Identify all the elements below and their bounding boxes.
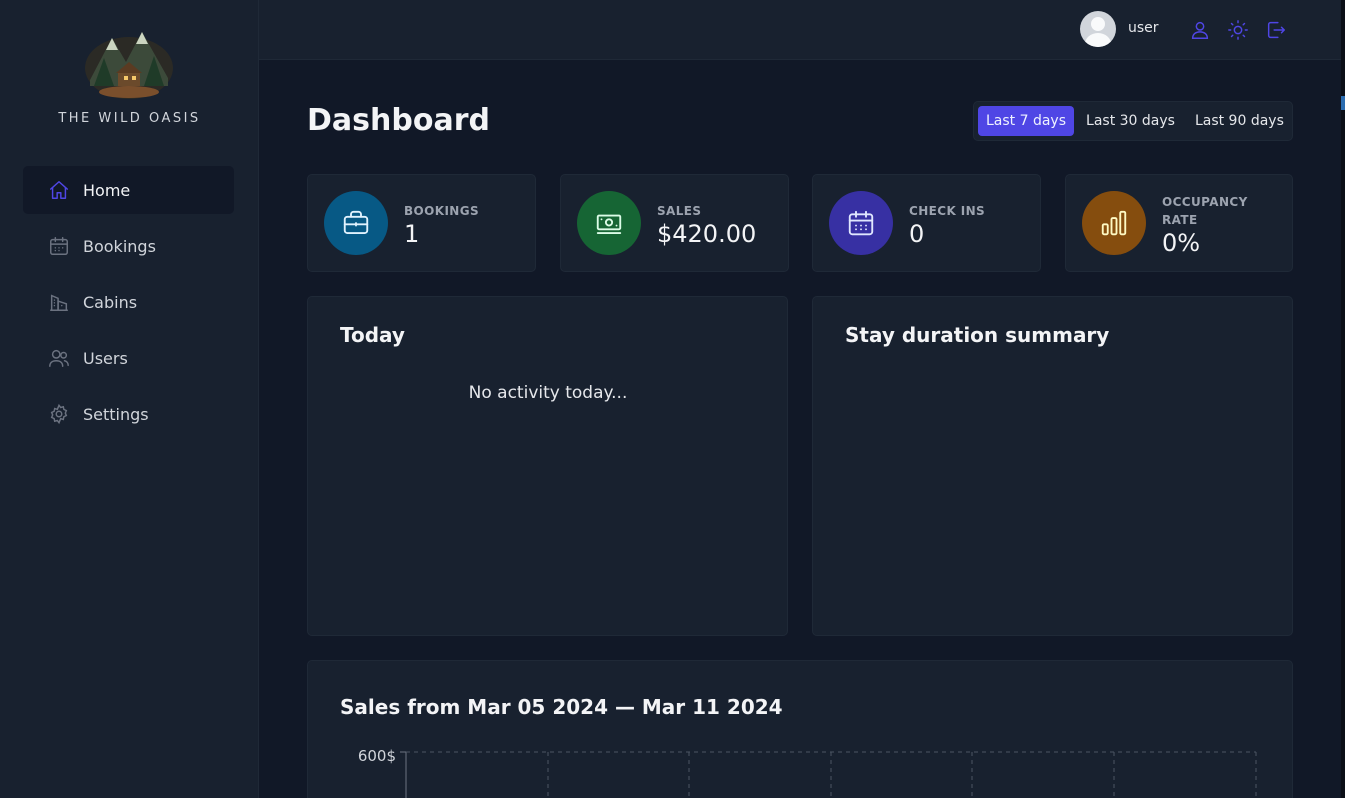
users-icon — [48, 347, 70, 369]
sidebar-item-settings[interactable]: Settings — [23, 390, 234, 438]
user-icon — [1191, 21, 1209, 39]
logo-image — [85, 32, 173, 99]
stat-bookings: BOOKINGS 1 — [307, 174, 536, 272]
stat-label: CHECK INS — [909, 204, 986, 218]
sidebar-item-bookings[interactable]: Bookings — [23, 222, 234, 270]
account-button[interactable] — [1188, 18, 1212, 42]
page-title: Dashboard — [307, 103, 490, 138]
date-range-filter: Last 7 days Last 30 days Last 90 days — [973, 101, 1293, 141]
sales-chart-title: Sales from Mar 05 2024 — Mar 11 2024 — [340, 695, 783, 719]
stat-sales: SALES $420.00 — [560, 174, 789, 272]
filter-last-7-days[interactable]: Last 7 days — [978, 106, 1075, 136]
home-icon — [48, 179, 70, 201]
top-header: user — [259, 0, 1341, 60]
logo — [84, 28, 174, 100]
calendar-days-icon — [829, 191, 893, 255]
stat-label: OCCUPANCY RATE — [1162, 195, 1248, 227]
stat-label: BOOKINGS — [404, 204, 480, 218]
stat-label: SALES — [657, 204, 702, 218]
username: user — [1128, 20, 1159, 36]
stay-duration-title: Stay duration summary — [845, 323, 1110, 347]
scrollbar-thumb[interactable] — [1341, 96, 1345, 110]
filter-last-30-days[interactable]: Last 30 days — [1078, 106, 1183, 136]
avatar[interactable] — [1080, 11, 1116, 47]
sun-icon — [1228, 20, 1248, 40]
stat-value: $420.00 — [657, 220, 757, 248]
gear-icon — [48, 403, 70, 425]
app-root: THE WILD OASIS Home Bookings Cabins User… — [0, 0, 1345, 798]
calendar-icon — [48, 235, 70, 257]
logout-button[interactable] — [1264, 18, 1288, 42]
sidebar-item-cabins[interactable]: Cabins — [23, 278, 234, 326]
stat-check-ins: CHECK INS 0 — [812, 174, 1041, 272]
chart-bar-icon — [1082, 191, 1146, 255]
sidebar-item-label: Settings — [83, 404, 149, 424]
cabin-icon — [48, 291, 70, 313]
sales-chart-panel: Sales from Mar 05 2024 — Mar 11 2024 600… — [307, 660, 1293, 798]
today-title: Today — [340, 323, 405, 347]
no-activity-message: No activity today... — [468, 383, 628, 403]
brand-name: THE WILD OASIS — [58, 111, 201, 126]
sidebar-item-label: Home — [83, 180, 131, 200]
banknotes-icon — [577, 191, 641, 255]
stat-value: 0 — [909, 220, 925, 248]
sidebar-item-label: Users — [83, 348, 128, 368]
sales-chart: 600$ — [340, 743, 1260, 798]
chart-grid — [400, 751, 1257, 798]
page-scrollbar[interactable] — [1341, 0, 1345, 798]
stat-value: 1 — [404, 220, 420, 248]
sidebar-item-home[interactable]: Home — [23, 166, 234, 214]
logout-icon — [1267, 21, 1285, 39]
sidebar-item-label: Bookings — [83, 236, 156, 256]
briefcase-icon — [324, 191, 388, 255]
sidebar: THE WILD OASIS Home Bookings Cabins User… — [0, 0, 259, 798]
stat-value: 0% — [1162, 229, 1201, 257]
sidebar-item-users[interactable]: Users — [23, 334, 234, 382]
filter-last-90-days[interactable]: Last 90 days — [1187, 106, 1292, 136]
sidebar-item-label: Cabins — [83, 292, 138, 312]
today-panel: Today No activity today... — [307, 296, 788, 636]
stat-occupancy-rate: OCCUPANCY RATE 0% — [1065, 174, 1293, 272]
theme-toggle-button[interactable] — [1226, 18, 1250, 42]
stay-duration-panel: Stay duration summary — [812, 296, 1293, 636]
